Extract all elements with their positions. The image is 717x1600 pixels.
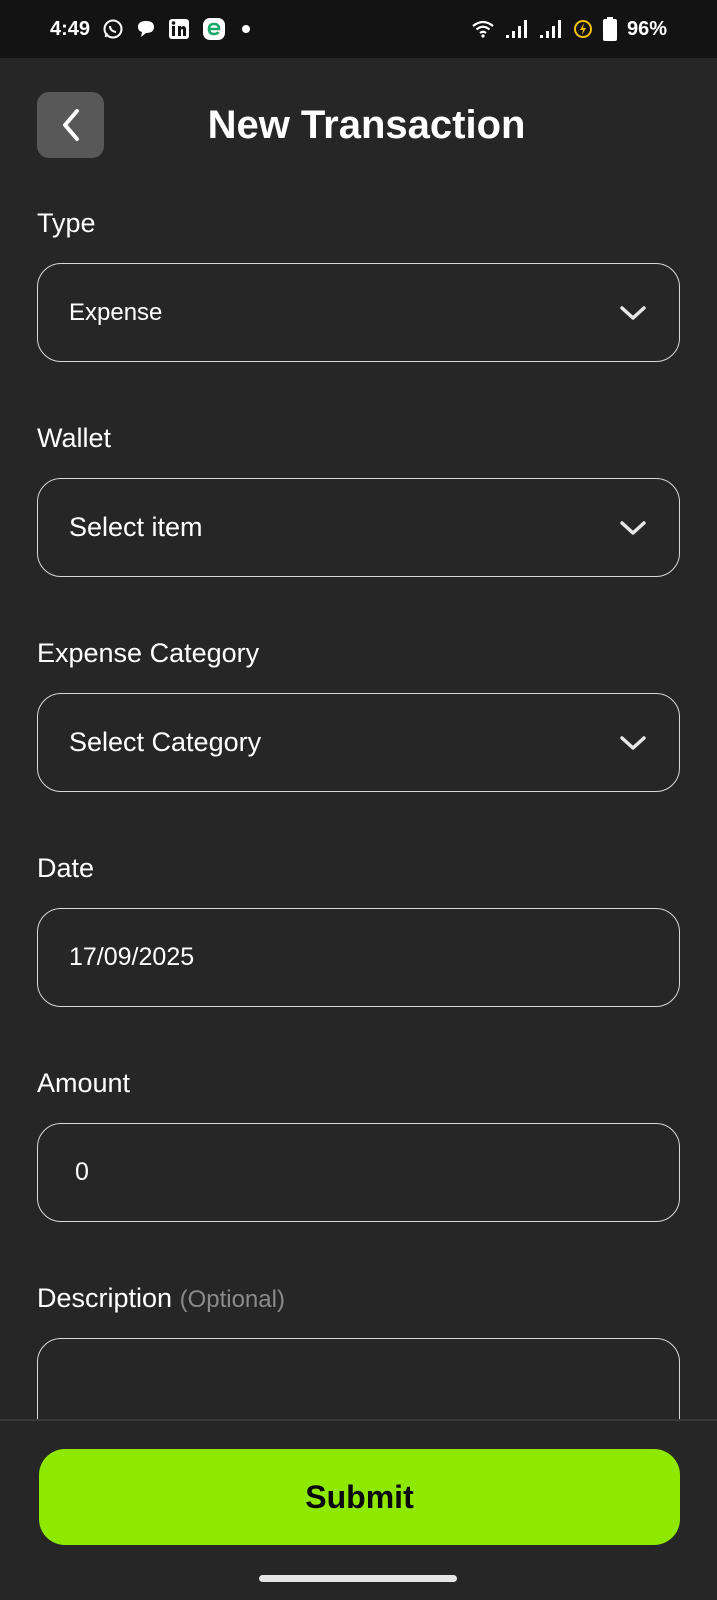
wallet-select[interactable]: Select item — [37, 478, 680, 577]
description-label: Description (Optional) — [37, 1283, 285, 1314]
wifi-icon — [471, 19, 495, 39]
category-value: Select Category — [69, 727, 262, 757]
page-title: New Transaction — [207, 103, 526, 147]
status-right: 96% — [471, 17, 667, 41]
type-label: Type — [37, 208, 96, 238]
amount-field[interactable]: 0 — [37, 1123, 680, 1222]
amount-label: Amount — [37, 1068, 131, 1098]
linkedin-icon — [168, 18, 190, 40]
battery-icon — [602, 17, 617, 41]
signal-icon — [539, 19, 563, 39]
wallet-label: Wallet — [37, 423, 112, 453]
chat-bubble-icon — [136, 19, 156, 39]
battery-saver-icon — [573, 19, 593, 39]
type-value: Expense — [69, 298, 163, 326]
date-field[interactable]: 17/09/2025 — [37, 908, 680, 1007]
category-select[interactable]: Select Category — [37, 693, 680, 792]
app-e-icon — [202, 17, 226, 41]
status-time: 4:49 — [50, 17, 91, 40]
notification-dot-icon — [242, 25, 251, 33]
category-label: Expense Category — [37, 638, 260, 668]
whatsapp-icon — [102, 18, 124, 40]
amount-value: 0 — [75, 1158, 89, 1186]
optional-hint: (Optional) — [179, 1286, 285, 1313]
type-select[interactable]: Expense — [37, 263, 680, 362]
date-value: 17/09/2025 — [69, 943, 195, 971]
chevron-down-icon — [617, 303, 649, 323]
date-label: Date — [37, 853, 95, 883]
status-bar: 4:49 96% — [0, 0, 717, 58]
chevron-down-icon — [617, 518, 649, 538]
battery-percent: 96% — [626, 17, 667, 40]
description-label-text: Description — [37, 1283, 173, 1313]
signal-icon — [505, 19, 529, 39]
header: New Transaction — [0, 92, 717, 158]
home-indicator[interactable] — [259, 1575, 457, 1582]
chevron-down-icon — [617, 733, 649, 753]
status-left: 4:49 — [50, 17, 251, 41]
submit-button[interactable]: Submit — [39, 1449, 680, 1545]
wallet-value: Select item — [69, 512, 203, 542]
